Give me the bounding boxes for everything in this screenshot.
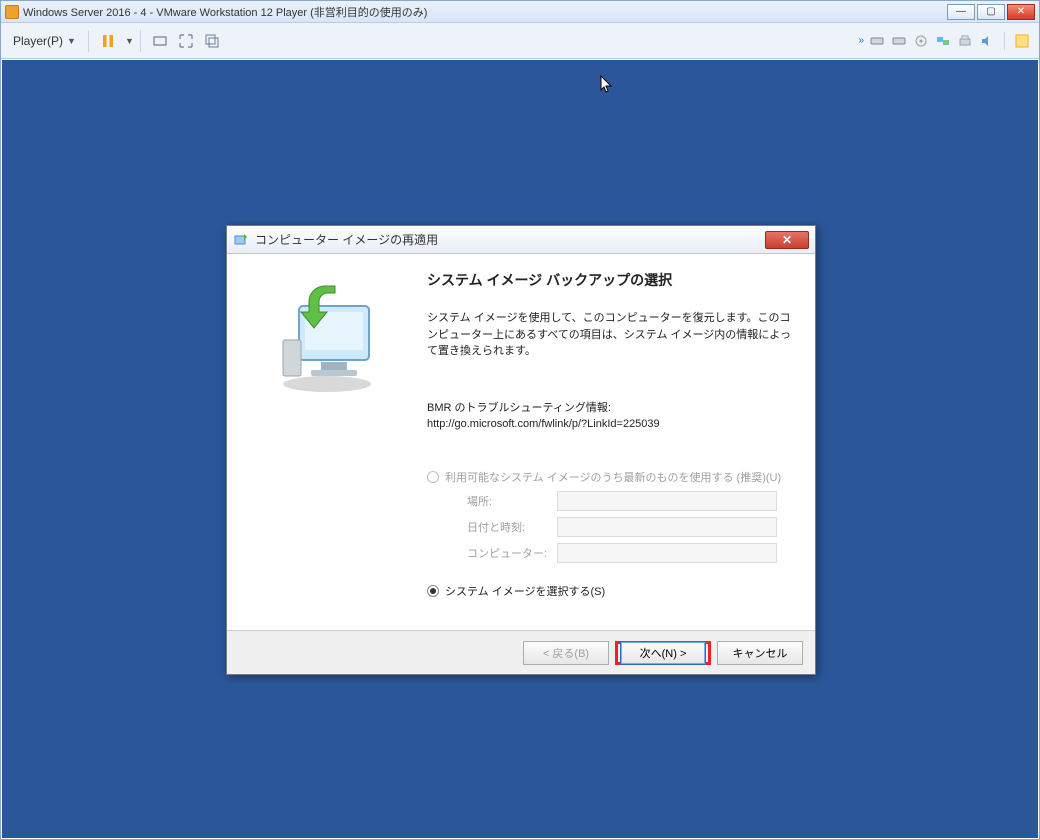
dialog-footer: < 戻る(B) 次へ(N) > キャンセル: [227, 630, 815, 674]
printer-icon[interactable]: [957, 33, 973, 49]
player-menu-button[interactable]: Player(P) ▼: [7, 32, 82, 50]
dropdown-arrow-icon: ▼: [67, 36, 76, 46]
next-button-highlight: 次へ(N) >: [615, 641, 711, 665]
computer-label: コンピューター:: [467, 545, 557, 561]
chevrons-icon[interactable]: »: [858, 35, 864, 46]
location-value: [557, 491, 777, 511]
computer-value: [557, 543, 777, 563]
vmware-app-icon: [5, 5, 19, 19]
dialog-content-pane: システム イメージ バックアップの選択 システム イメージを使用して、このコンピ…: [427, 254, 815, 630]
dialog-body: システム イメージ バックアップの選択 システム イメージを使用して、このコンピ…: [227, 254, 815, 630]
dialog-heading: システム イメージ バックアップの選択: [427, 270, 791, 290]
dialog-close-button[interactable]: ✕: [765, 231, 809, 249]
sound-icon[interactable]: [979, 33, 995, 49]
radio-icon: [427, 585, 439, 597]
cancel-button-label: キャンセル: [733, 645, 788, 661]
pause-dropdown-icon[interactable]: ▼: [125, 36, 134, 46]
send-ctrl-alt-del-icon[interactable]: [151, 32, 169, 50]
radio-use-latest-label: 利用可能なシステム イメージのうち最新のものを使用する (推奨)(U): [445, 469, 781, 485]
back-button: < 戻る(B): [523, 641, 609, 665]
mouse-cursor-icon: [600, 75, 614, 95]
radio-select-image-label: システム イメージを選択する(S): [445, 583, 605, 599]
dialog-titlebar: コンピューター イメージの再適用 ✕: [227, 226, 815, 254]
troubleshoot-info: BMR のトラブルシューティング情報: http://go.microsoft.…: [427, 400, 791, 433]
note-icon[interactable]: [1014, 33, 1030, 49]
radio-use-latest: 利用可能なシステム イメージのうち最新のものを使用する (推奨)(U): [427, 469, 791, 485]
next-button[interactable]: 次へ(N) >: [620, 641, 706, 665]
host-title: Windows Server 2016 - 4 - VMware Worksta…: [23, 4, 945, 20]
troubleshoot-link: http://go.microsoft.com/fwlink/p/?LinkId…: [427, 416, 791, 433]
reimage-icon: [233, 232, 249, 248]
location-label: 場所:: [467, 493, 557, 509]
toolbar-separator: [1004, 32, 1005, 50]
minimize-button[interactable]: —: [947, 4, 975, 20]
datetime-value: [557, 517, 777, 537]
cancel-button[interactable]: キャンセル: [717, 641, 803, 665]
dialog-description: システム イメージを使用して、このコンピューターを復元します。このコンピューター…: [427, 310, 791, 360]
back-button-label: < 戻る(B): [543, 645, 589, 661]
latest-image-info: 場所: 日付と時刻: コンピューター:: [467, 491, 791, 563]
fullscreen-icon[interactable]: [177, 32, 195, 50]
close-button[interactable]: ✕: [1007, 4, 1035, 20]
reimage-computer-dialog: コンピューター イメージの再適用 ✕ システム イメ: [226, 225, 816, 675]
vm-viewport: コンピューター イメージの再適用 ✕ システム イメ: [2, 60, 1038, 838]
maximize-button[interactable]: ▢: [977, 4, 1005, 20]
unity-icon[interactable]: [203, 32, 221, 50]
radio-icon: [427, 471, 439, 483]
computer-restore-icon: [267, 278, 387, 398]
hard-disk-icon[interactable]: [869, 33, 885, 49]
next-button-label: 次へ(N) >: [640, 645, 687, 661]
toolbar-separator: [88, 30, 89, 52]
troubleshoot-label: BMR のトラブルシューティング情報:: [427, 400, 791, 417]
datetime-label: 日付と時刻:: [467, 519, 557, 535]
player-menu-label: Player(P): [13, 34, 63, 48]
cd-dvd-icon[interactable]: [913, 33, 929, 49]
host-titlebar: Windows Server 2016 - 4 - VMware Worksta…: [1, 1, 1039, 23]
dialog-title: コンピューター イメージの再適用: [255, 231, 438, 248]
radio-select-image[interactable]: システム イメージを選択する(S): [427, 583, 791, 599]
vmware-player-window: Windows Server 2016 - 4 - VMware Worksta…: [0, 0, 1040, 840]
network-adapter-icon[interactable]: [935, 33, 951, 49]
device-icons-group: »: [858, 32, 1033, 50]
hard-disk-icon-2[interactable]: [891, 33, 907, 49]
pause-icon[interactable]: [99, 32, 117, 50]
host-toolbar: Player(P) ▼ ▼ »: [1, 23, 1039, 59]
toolbar-separator: [140, 30, 141, 52]
dialog-illustration-pane: [227, 254, 427, 630]
